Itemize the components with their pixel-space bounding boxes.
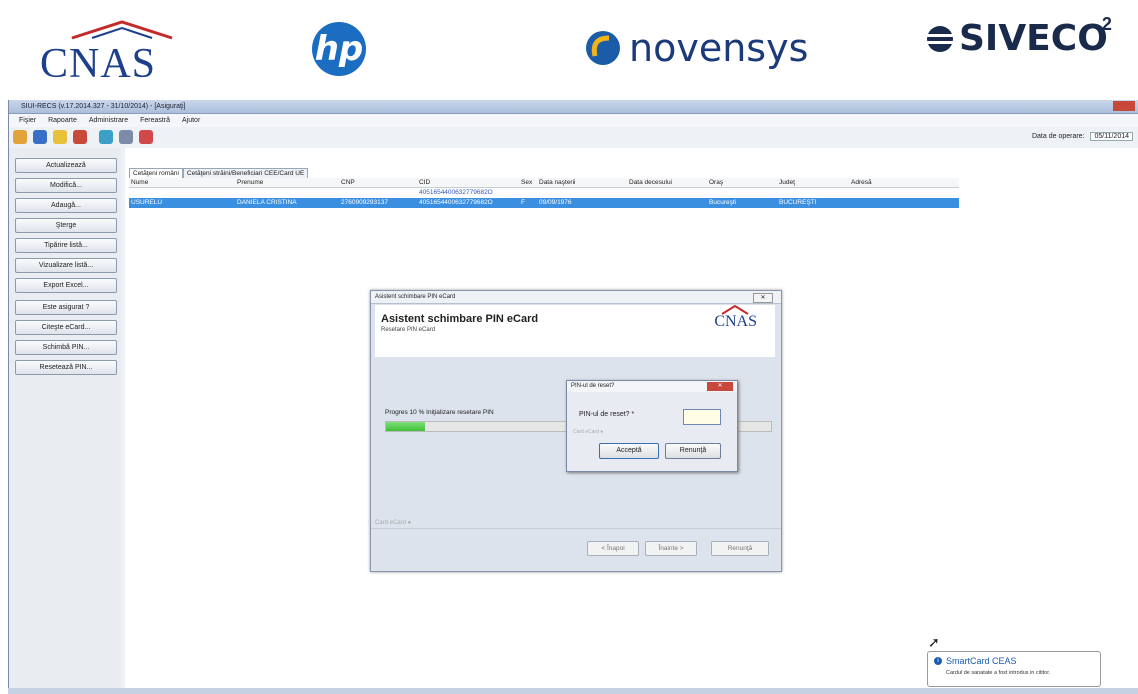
change-pin-button[interactable]: Schimbă PIN... [15,340,117,355]
menu-reports[interactable]: Rapoarte [48,117,77,124]
pin-input[interactable] [683,409,721,425]
menu-window[interactable]: Fereastră [140,117,170,124]
menu-file[interactable]: Fişier [19,117,36,124]
col-cnp[interactable]: CNP [341,178,355,187]
window-close-button[interactable] [1113,101,1135,111]
novensys-logo: novensys [583,26,808,70]
report-icon[interactable] [73,130,87,144]
menu-bar: Fişier Rapoarte Administrare Fereastră A… [9,114,1138,127]
operation-date-label: Data de operare: [1031,133,1085,140]
wizard-header: Asistent schimbare PIN eCard Resetare PI… [375,305,775,357]
folder-icon[interactable] [13,130,27,144]
wizard-heading: Asistent schimbare PIN eCard [381,313,539,325]
cell-birth-date: 09/09/1976 [539,199,572,206]
sidebar: Actualizează Modifică... Adaugă... Şterg… [9,148,121,694]
cell-prenume: DANIELA CRISTINA [237,199,297,206]
info-icon: i [934,657,942,665]
wizard-subheading: Resetare PIN eCard [381,327,436,333]
wizard-window-title: Asistent schimbare PIN eCard [371,291,781,304]
col-nume[interactable]: Nume [131,178,148,187]
card-icon[interactable] [99,130,113,144]
accept-button[interactable]: Acceptă [599,443,659,459]
database-icon[interactable] [33,130,47,144]
tab-strip: Cetăţeni români Cetăţeni străini/Benefici… [129,168,309,179]
back-button[interactable]: < Înapoi [587,541,639,556]
cnas-logo-text: CNAS [40,41,157,87]
window-titlebar[interactable]: SIUI-RECS (v.17.2014.327 - 31/10/2014) -… [9,100,1138,114]
users-icon[interactable] [53,130,67,144]
pin-cancel-button[interactable]: Renunţă [665,443,721,459]
smartcard-notification[interactable]: i SmartCard CEAS Cardul de sanatate a fo… [927,651,1101,687]
wizard-footer-hint: Card eCard ● [375,520,412,526]
col-city[interactable]: Oraş [709,178,723,187]
cnas-roof-icon [721,305,749,315]
print-list-button[interactable]: Tipărire listă... [15,238,117,253]
cell-cnp: 2760909293137 [341,199,388,206]
filter-row: 4051654400632779682O [129,188,959,197]
delete-button[interactable]: Şterge [15,218,117,233]
wizard-close-button[interactable]: ✕ [753,293,773,303]
read-ecard-button[interactable]: Citeşte eCard... [15,320,117,335]
siveco-logo: SIVECO 2 [925,14,1112,59]
wizard-cancel-button[interactable]: Renunţă [711,541,769,556]
export-icon[interactable] [139,130,153,144]
refresh-button[interactable]: Actualizează [15,158,117,173]
siveco-logo-text: SIVECO [959,18,1108,59]
mouse-cursor-icon: ➚ [928,634,940,650]
pin-reset-dialog: PIN-ul de reset? ✕ PIN-ul de reset? * Ca… [566,380,738,472]
col-birth-date[interactable]: Data naşterii [539,178,576,187]
next-button[interactable]: Înainte > [645,541,697,556]
novensys-logo-text: novensys [629,26,809,70]
logo-header: CNAS hp novensys SIVECO 2 [0,0,1138,98]
wizard-cnas-logo: CNAS [714,305,757,331]
siveco-globe-icon [927,25,953,52]
export-excel-button[interactable]: Export Excel... [15,278,117,293]
cell-city: Bucureşti [709,199,737,206]
col-death-date[interactable]: Data decesului [629,178,672,187]
taskbar [8,688,1138,694]
pin-label: PIN-ul de reset? * [579,411,635,418]
menu-administration[interactable]: Administrare [89,117,128,124]
cell-sex: F [521,199,525,206]
filter-cid[interactable]: 4051654400632779682O [419,188,493,198]
is-insured-button[interactable]: Este asigurat ? [15,300,117,315]
toolbar: Data de operare: 05/11/2014 [9,128,1138,148]
progress-fill [386,422,425,431]
col-prenume[interactable]: Prenume [237,178,263,187]
pin-hint: Card eCard ● [573,429,604,435]
cnas-roof-icon [71,20,173,40]
cell-nume: USURELU [131,199,163,206]
col-sex[interactable]: Sex [521,178,532,187]
table-header: Nume Prenume CNP CID Sex Data naşterii D… [129,178,959,188]
progress-label: Progres 10 % Iniţializare resetare PIN [385,409,494,416]
operation-date-field[interactable]: 05/11/2014 [1090,132,1133,141]
pin-dialog-close-button[interactable]: ✕ [707,382,733,391]
hp-logo: hp [312,22,366,76]
col-address[interactable]: Adresă [851,178,872,187]
hp-logo-text: hp [312,22,366,76]
window-title: SIUI-RECS (v.17.2014.327 - 31/10/2014) -… [21,103,186,110]
reset-pin-button[interactable]: Resetează PIN... [15,360,117,375]
cell-cid: 4051654400632779682O [419,199,493,206]
siveco-badge: 2 [1101,14,1112,34]
novensys-swirl-icon [586,31,620,65]
wizard-footer: Card eCard ● < Înapoi Înainte > Renunţă [371,520,781,571]
notification-message: Cardul de sanatate a fost introdus in ci… [946,670,1051,676]
menu-help[interactable]: Ajutor [182,117,200,124]
col-county[interactable]: Judeţ [779,178,795,187]
table-row[interactable]: USURELU DANIELA CRISTINA 2760909293137 4… [129,198,959,208]
notification-title: SmartCard CEAS [946,656,1017,666]
print-icon[interactable] [119,130,133,144]
modify-button[interactable]: Modifică... [15,178,117,193]
col-cid[interactable]: CID [419,178,430,187]
add-button[interactable]: Adaugă... [15,198,117,213]
cell-county: BUCUREŞTI [779,199,817,206]
view-list-button[interactable]: Vizualizare listă... [15,258,117,273]
operation-date: Data de operare: 05/11/2014 [1032,132,1133,141]
wizard-logo-text: CNAS [714,313,757,330]
